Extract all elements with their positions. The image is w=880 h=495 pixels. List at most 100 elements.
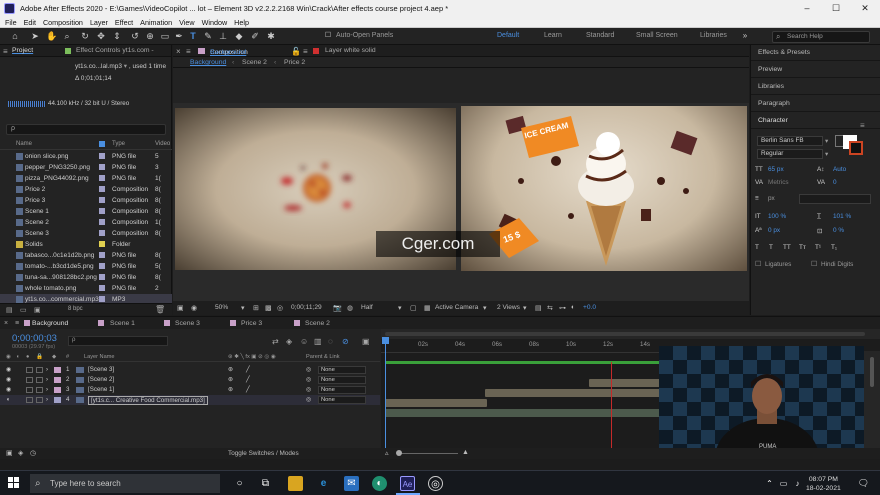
quality-switch-icon[interactable]: ╱ xyxy=(246,376,250,383)
breadcrumb-background[interactable]: Background xyxy=(190,59,226,66)
project-item[interactable]: whole tomato.png PNG file 2 xyxy=(0,283,172,294)
breadcrumb-price-2[interactable]: Price 2 xyxy=(284,59,305,66)
parent-pickwhip-icon[interactable]: ◎ xyxy=(306,386,311,393)
parent-dropdown[interactable]: None xyxy=(318,386,366,394)
menu-animation[interactable]: Animation xyxy=(140,17,172,28)
layer-bar-scene-2[interactable] xyxy=(485,389,660,397)
workspace-libraries[interactable]: Libraries xyxy=(700,32,727,39)
layer-row[interactable]: ◉ › 1 [Scene 3] ⊛ ╱ ◎ None xyxy=(0,365,380,375)
column-video[interactable]: Video xyxy=(155,141,170,147)
project-item[interactable]: tuna-sa...908128bc2.png PNG file 8( xyxy=(0,272,172,283)
tray-chevron-icon[interactable]: ⌃ xyxy=(762,476,777,491)
timeline-zoom-slider[interactable] xyxy=(396,450,458,456)
eye-icon[interactable]: ◉ xyxy=(6,366,11,373)
column-name[interactable]: Name xyxy=(16,141,32,147)
panel-menu-icon[interactable]: ≡ xyxy=(860,121,865,130)
menu-composition[interactable]: Composition xyxy=(43,17,83,28)
menu-view[interactable]: View xyxy=(179,17,194,28)
lock-box[interactable] xyxy=(36,387,43,393)
font-style-dropdown[interactable]: Regular xyxy=(757,149,823,159)
mail-icon[interactable]: ✉ xyxy=(344,476,359,491)
new-composition-icon[interactable]: ▣ xyxy=(34,306,41,314)
solo-box[interactable] xyxy=(26,367,33,373)
parent-dropdown[interactable]: None xyxy=(318,376,366,384)
menu-edit[interactable]: Edit xyxy=(24,17,36,28)
layer-switches-toggle-icon[interactable]: ▣ xyxy=(6,449,13,457)
tracking-value[interactable]: 0 xyxy=(833,179,837,186)
effects-presets-panel-header[interactable]: Effects & Presets xyxy=(751,45,880,61)
project-item[interactable]: Scene 3 Composition 8( xyxy=(0,228,172,239)
font-size-value[interactable]: 65 px xyxy=(768,166,784,173)
layer-name-header[interactable]: Layer Name xyxy=(84,354,114,360)
label-color-swatch[interactable] xyxy=(99,252,105,258)
comp-mini-flowchart-icon[interactable]: ⇄ xyxy=(272,337,279,346)
pen-tool-icon[interactable]: ✒ xyxy=(174,31,184,41)
draft-3d-icon[interactable]: ◈ xyxy=(286,337,292,346)
faux-bold-icon[interactable]: T xyxy=(755,244,759,251)
project-item[interactable]: tomato-...b3cd1de5.png PNG file 5( xyxy=(0,261,172,272)
kerning-value[interactable]: Metrics xyxy=(768,179,789,186)
tab-project[interactable]: Project xyxy=(12,47,33,54)
edge-icon[interactable]: ◐ xyxy=(372,476,387,491)
quality-switch-icon[interactable]: ╱ xyxy=(246,386,250,393)
modes-toggle-icon[interactable]: ◈ xyxy=(18,449,23,457)
snapshot-icon[interactable]: ◎ xyxy=(277,304,283,312)
rectangle-tool-icon[interactable]: ▭ xyxy=(160,31,170,41)
zoom-in-icon[interactable]: ▲ xyxy=(462,449,469,456)
subscript-icon[interactable]: T₁ xyxy=(831,244,837,251)
baseline-shift-value[interactable]: 0 px xyxy=(768,227,780,234)
home-icon[interactable]: ⌂ xyxy=(10,31,20,41)
stroke-width-unit[interactable]: px xyxy=(768,195,775,202)
label-color-swatch[interactable] xyxy=(99,296,105,302)
views-dropdown[interactable]: 2 Views xyxy=(497,304,520,311)
dolly-camera-icon[interactable]: ⇕ xyxy=(112,31,122,41)
graph-editor-icon[interactable]: ⊘ xyxy=(342,337,349,346)
audio-speaker-icon[interactable]: ◖ xyxy=(6,396,10,403)
delete-icon[interactable]: 🗑 xyxy=(155,305,165,314)
pan-camera-icon[interactable]: ✥ xyxy=(96,31,106,41)
lock-box[interactable] xyxy=(36,367,43,373)
solo-box[interactable] xyxy=(26,397,33,403)
timeline-scrollbar[interactable] xyxy=(864,351,880,459)
layer-name[interactable]: [Scene 3] xyxy=(88,366,114,373)
collapse-transform-icon[interactable]: ⊛ xyxy=(228,376,233,383)
file-explorer-icon[interactable] xyxy=(288,476,303,491)
tab-timeline-scene-1[interactable]: Scene 1 xyxy=(110,320,135,327)
close-button[interactable]: ✕ xyxy=(851,0,879,17)
stroke-color-swatch[interactable] xyxy=(849,141,863,155)
label-color-swatch[interactable] xyxy=(99,186,105,192)
workspace-standard[interactable]: Standard xyxy=(586,32,614,39)
collapse-transform-icon[interactable]: ⊛ xyxy=(228,386,233,393)
transparency-grid-icon[interactable]: ▩ xyxy=(265,304,272,312)
project-item[interactable]: onion slice.png PNG file 5 xyxy=(0,151,172,162)
eye-icon[interactable]: ◉ xyxy=(6,386,11,393)
region-of-interest-icon[interactable]: ▢ xyxy=(410,304,417,312)
toggle-switches-modes-button[interactable]: Toggle Switches / Modes xyxy=(228,450,299,457)
maximize-button[interactable]: ☐ xyxy=(822,0,850,17)
parent-dropdown[interactable]: None xyxy=(318,366,366,374)
parent-dropdown[interactable]: None xyxy=(318,396,366,404)
zoom-tool-icon[interactable]: ⌕ xyxy=(62,31,72,41)
layer-row[interactable]: ◖ › 4 [yt1s.c... Creative Food Commercial.m… xyxy=(0,395,380,405)
label-color-swatch[interactable] xyxy=(99,153,105,159)
tab-effect-controls[interactable]: Effect Controls yt1s.com - xyxy=(76,47,154,54)
timeline-link-icon[interactable]: ⇆ xyxy=(547,304,553,312)
project-item[interactable]: Price 2 Composition 8( xyxy=(0,184,172,195)
camera-dropdown[interactable]: Active Camera xyxy=(435,304,478,311)
expand-arrow-icon[interactable]: › xyxy=(46,376,48,383)
eye-icon[interactable]: ◉ xyxy=(6,376,11,383)
lock-box[interactable] xyxy=(36,377,43,383)
work-area-range[interactable] xyxy=(385,332,865,336)
layer-label-swatch[interactable] xyxy=(54,377,61,383)
scrollbar-thumb[interactable] xyxy=(870,357,874,387)
tab-timeline-price-3[interactable]: Price 3 xyxy=(241,320,262,327)
close-panel-icon[interactable]: × xyxy=(4,320,8,327)
channel-icon[interactable]: ◍ xyxy=(347,304,353,312)
project-item[interactable]: Scene 2 Composition 1( xyxy=(0,217,172,228)
layer-name[interactable]: [yt1s.c... Creative Food Commercial.mp3] xyxy=(88,396,208,405)
layer-label-swatch[interactable] xyxy=(54,387,61,393)
label-color-swatch[interactable] xyxy=(99,219,105,225)
work-area-bar[interactable] xyxy=(381,329,880,339)
parent-pickwhip-icon[interactable]: ◎ xyxy=(306,366,311,373)
tsume-value[interactable]: 0 % xyxy=(833,227,844,234)
